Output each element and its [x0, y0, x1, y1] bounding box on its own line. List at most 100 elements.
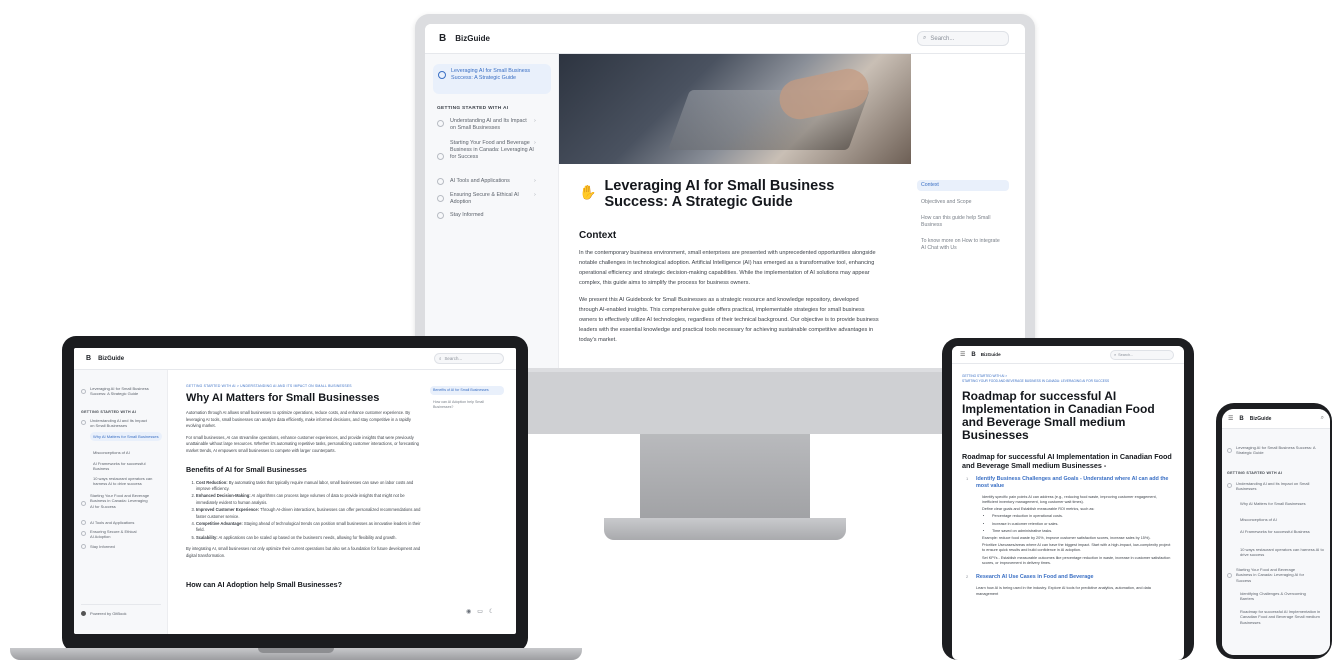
laptop-topbar: B BizGuide ⌕ Search...: [74, 348, 516, 370]
laptop-notch: [258, 648, 334, 653]
context-heading: Context: [579, 230, 617, 241]
circle-icon: [81, 544, 86, 549]
sidebar-subitem-roadmap[interactable]: Roadmap for successful AI Implementation…: [1240, 609, 1324, 625]
intro-paragraph-2: For small businesses, AI can streamline …: [186, 434, 419, 453]
phone-screen: ☰ B BizGuide ⌕ Leveraging AI for Small B…: [1222, 409, 1330, 655]
sidebar-subitem-misconceptions[interactable]: Misconceptions of AI: [1240, 517, 1320, 522]
sidebar-subitem-why-ai[interactable]: Why AI Matters for Small Businesses: [90, 432, 162, 442]
logo-icon[interactable]: B: [439, 33, 446, 44]
monitor-screen: B BizGuide ⌕ Search... Leveraging AI for…: [425, 24, 1025, 368]
list-item: Competitive Advantage: Staying ahead of …: [196, 521, 422, 533]
search-icon[interactable]: ⌕: [1321, 415, 1324, 422]
chevron-right-icon: ›: [534, 178, 536, 184]
sidebar-subitem-why-ai[interactable]: Why AI Matters for Small Businesses: [1240, 501, 1320, 506]
brand-name[interactable]: BizGuide: [455, 34, 490, 43]
sidebar-subitem-challenges[interactable]: Identifying Challenges & Overcoming Barr…: [1240, 591, 1320, 602]
metrics-list: Percentage reduction in operational cost…: [982, 514, 1172, 534]
search-icon: ⌕: [923, 35, 927, 41]
gitbook-icon: [81, 611, 86, 616]
logo-icon[interactable]: B: [1239, 416, 1243, 422]
monitor-icon[interactable]: ▭: [477, 608, 483, 615]
list-item: Time saved on administrative tasks.: [992, 529, 1172, 534]
toc-item-benefits[interactable]: Benefits of AI for Small Businesses: [430, 386, 504, 395]
step-number: 2: [966, 574, 969, 580]
sidebar-item-understanding[interactable]: Understanding AI and Its Impact on Small…: [437, 118, 549, 132]
menu-icon[interactable]: ☰: [960, 351, 965, 358]
circle-icon: [437, 178, 444, 185]
roadmap-step-1: 1 Identify Business Challenges and Goals…: [962, 476, 1176, 566]
powered-by-link[interactable]: Powered by GitBook: [81, 604, 161, 616]
chevron-right-icon: ›: [534, 140, 536, 146]
sidebar-item-tools[interactable]: AI Tools and Applications: [81, 520, 161, 525]
laptop-sidebar: Leveraging AI for Small Business Success…: [74, 370, 168, 634]
sidebar-item-active[interactable]: Leveraging AI for Small Business Success…: [433, 64, 551, 94]
list-item: Improved Customer Experience: Through AI…: [196, 507, 422, 519]
phone-sidebar: Leveraging AI for Small Business Success…: [1222, 429, 1330, 655]
sidebar-item-secure[interactable]: Ensuring Secure & Ethical AI Adoption: [81, 529, 161, 540]
sidebar-item-food-beverage[interactable]: Starting Your Food and Beverage Business…: [1227, 567, 1327, 583]
logo-icon[interactable]: B: [971, 352, 975, 358]
book-icon: [81, 389, 86, 394]
breadcrumb[interactable]: GETTING STARTED WITH AI > UNDERSTANDING …: [186, 384, 422, 388]
menu-icon[interactable]: ☰: [1228, 415, 1233, 422]
step-2-heading[interactable]: Research AI Use Cases in Food and Bevera…: [976, 574, 1172, 581]
brand-name[interactable]: BizGuide: [98, 356, 124, 362]
breadcrumb[interactable]: GETTING STARTED WITH AI > STARTING YOUR …: [962, 374, 1176, 384]
toc-item-context[interactable]: Context: [917, 180, 1009, 191]
sidebar-item-top[interactable]: Leveraging AI for Small Business Success…: [1227, 445, 1327, 456]
sidebar-item-secure[interactable]: Ensuring Secure & Ethical AI Adoption ›: [437, 192, 549, 206]
sidebar-item-top[interactable]: Leveraging AI for Small Business Success…: [81, 386, 161, 397]
circle-icon: [437, 212, 444, 219]
sidebar-item-stay-informed[interactable]: Stay Informed: [81, 544, 161, 549]
list-item: Percentage reduction in operational cost…: [992, 514, 1172, 519]
search-icon: ⌕: [1114, 353, 1117, 357]
search-input[interactable]: ⌕ Search...: [917, 31, 1009, 46]
toc-item-objectives[interactable]: Objectives and Scope: [917, 197, 1009, 208]
brand-name[interactable]: BizGuide: [981, 352, 1001, 357]
sun-icon[interactable]: ◉: [466, 608, 471, 615]
sidebar-subitem-frameworks[interactable]: AI Frameworks for successful Business: [1240, 529, 1320, 534]
moon-icon[interactable]: ☾: [489, 608, 494, 615]
toc-item-know-more[interactable]: To know more on How to integrate AI Chat…: [917, 236, 1009, 254]
page-title: Roadmap for successful AI Implementation…: [962, 389, 1155, 442]
tablet-article: GETTING STARTED WITH AI > STARTING YOUR …: [962, 374, 1176, 597]
toc-item-how-guide-helps[interactable]: How can this guide help Small Business: [917, 213, 1009, 231]
brand-name[interactable]: BizGuide: [1250, 416, 1272, 422]
roadmap-subtitle: Roadmap for successful AI Implementation…: [962, 452, 1172, 470]
sidebar-subitem-10-ways[interactable]: 10 ways restaurant operators can harness…: [1240, 547, 1324, 558]
sidebar-section-heading: GETTING STARTED WITH AI: [437, 106, 509, 111]
logo-icon[interactable]: B: [86, 355, 91, 362]
tablet-screen: ☰ B BizGuide ⌕ Search... GETTING STARTED…: [952, 346, 1184, 660]
tablet-topbar: ☰ B BizGuide ⌕ Search...: [952, 346, 1184, 364]
circle-icon: [81, 420, 86, 425]
benefits-list: Cost Reduction: By automating tasks that…: [186, 480, 422, 542]
sidebar-item-food-beverage[interactable]: Starting Your Food and Beverage Business…: [81, 493, 161, 509]
conclusion-paragraph: By integrating AI, small businesses not …: [186, 546, 421, 558]
circle-icon: [1227, 483, 1232, 488]
sidebar-item-understanding[interactable]: Understanding AI and Its Impact on Small…: [81, 418, 161, 429]
list-item: Increase in customer retention or sales.: [992, 522, 1172, 527]
sidebar-item-understanding[interactable]: Understanding AI and its Impact on Small…: [1227, 481, 1327, 492]
toc-item-adoption[interactable]: How can AI Adoption help Small Businesse…: [430, 398, 504, 412]
page-title: Leveraging AI for Small Business Success…: [604, 178, 835, 210]
monitor-toc: Context Objectives and Scope How can thi…: [917, 180, 1009, 254]
sidebar-item-tools[interactable]: AI Tools and Applications ›: [437, 178, 549, 185]
sidebar-subitem-misconceptions[interactable]: Misconceptions of AI: [93, 450, 161, 455]
search-input[interactable]: ⌕ Search...: [1110, 350, 1174, 360]
step-1-heading[interactable]: Identify Business Challenges and Goals -…: [976, 476, 1172, 491]
circle-icon: [437, 120, 444, 127]
monitor-sidebar: Leveraging AI for Small Business Success…: [425, 54, 559, 368]
sidebar-section-heading: GETTING STARTED WITH AI: [1227, 471, 1283, 475]
book-icon: [1227, 448, 1232, 453]
sidebar-item-food-beverage[interactable]: Starting Your Food and Beverage Business…: [437, 140, 549, 161]
sidebar-subitem-10-ways[interactable]: 10 ways restaurant operators can harness…: [93, 476, 163, 487]
sidebar-item-stay-informed[interactable]: Stay Informed: [437, 212, 549, 219]
laptop-article: GETTING STARTED WITH AI > UNDERSTANDING …: [186, 384, 422, 589]
search-input[interactable]: ⌕ Search...: [434, 353, 504, 364]
list-item: Scalability: AI applications can be scal…: [196, 535, 422, 541]
sidebar-subitem-frameworks[interactable]: AI Frameworks for successful Business: [93, 461, 161, 472]
monitor-stand: [640, 434, 810, 526]
step-number: 1: [966, 476, 969, 481]
context-paragraph-1: In the contemporary business environment…: [579, 250, 876, 286]
intro-paragraph-1: Automation through AI allows small busin…: [186, 410, 411, 429]
